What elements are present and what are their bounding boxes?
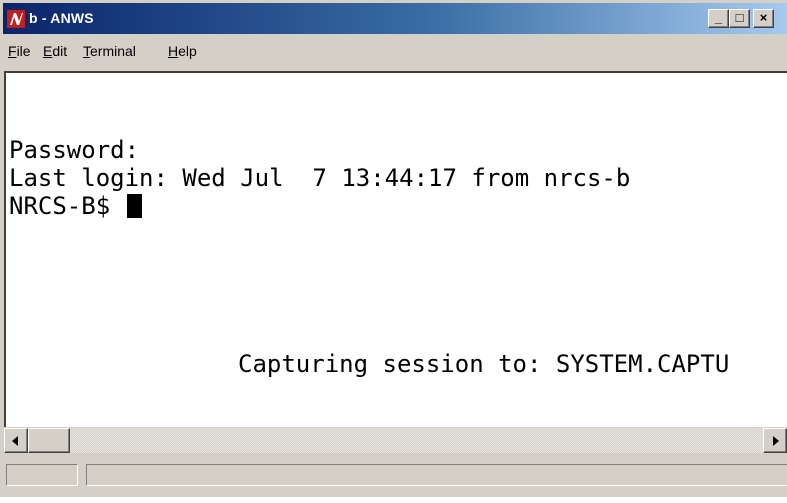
horizontal-scrollbar[interactable] bbox=[4, 428, 787, 453]
status-pane-2 bbox=[86, 464, 787, 486]
menu-help[interactable]: Help bbox=[168, 43, 197, 59]
window-title: b - ANWS bbox=[29, 10, 94, 26]
maximize-button[interactable]: □ bbox=[729, 9, 750, 28]
minimize-button[interactable]: _ bbox=[708, 9, 729, 28]
scroll-left-button[interactable] bbox=[4, 428, 28, 453]
terminal-prompt: NRCS-B$ bbox=[9, 192, 125, 220]
title-bar[interactable]: b - ANWS _ □ × bbox=[3, 3, 787, 34]
arrow-left-icon bbox=[12, 436, 18, 446]
menu-file[interactable]: File bbox=[8, 43, 31, 59]
terminal-screen[interactable]: Password: Last login: Wed Jul 7 13:44:17… bbox=[4, 71, 787, 427]
status-bar bbox=[4, 460, 787, 490]
minimize-icon: _ bbox=[714, 10, 723, 25]
status-pane-1 bbox=[6, 464, 78, 486]
terminal-prompt-line: NRCS-B$ bbox=[9, 192, 142, 220]
maximize-icon: □ bbox=[735, 10, 744, 25]
terminal-window: b - ANWS _ □ × File Edit Terminal Help P… bbox=[0, 0, 787, 497]
close-icon: × bbox=[759, 10, 768, 25]
arrow-right-icon bbox=[773, 436, 779, 446]
scroll-right-button[interactable] bbox=[763, 428, 787, 453]
text-cursor bbox=[126, 194, 142, 218]
menu-terminal[interactable]: Terminal bbox=[83, 43, 136, 59]
scrollbar-thumb[interactable] bbox=[28, 428, 70, 453]
terminal-line: Last login: Wed Jul 7 13:44:17 from nrcs… bbox=[9, 164, 631, 192]
terminal-line: Password: bbox=[9, 136, 140, 164]
close-button[interactable]: × bbox=[753, 9, 774, 28]
menu-edit[interactable]: Edit bbox=[43, 43, 67, 59]
app-icon[interactable] bbox=[7, 10, 25, 28]
capture-message: Capturing session to: SYSTEM.CAPTU bbox=[238, 350, 730, 378]
menu-bar: File Edit Terminal Help bbox=[3, 36, 787, 64]
